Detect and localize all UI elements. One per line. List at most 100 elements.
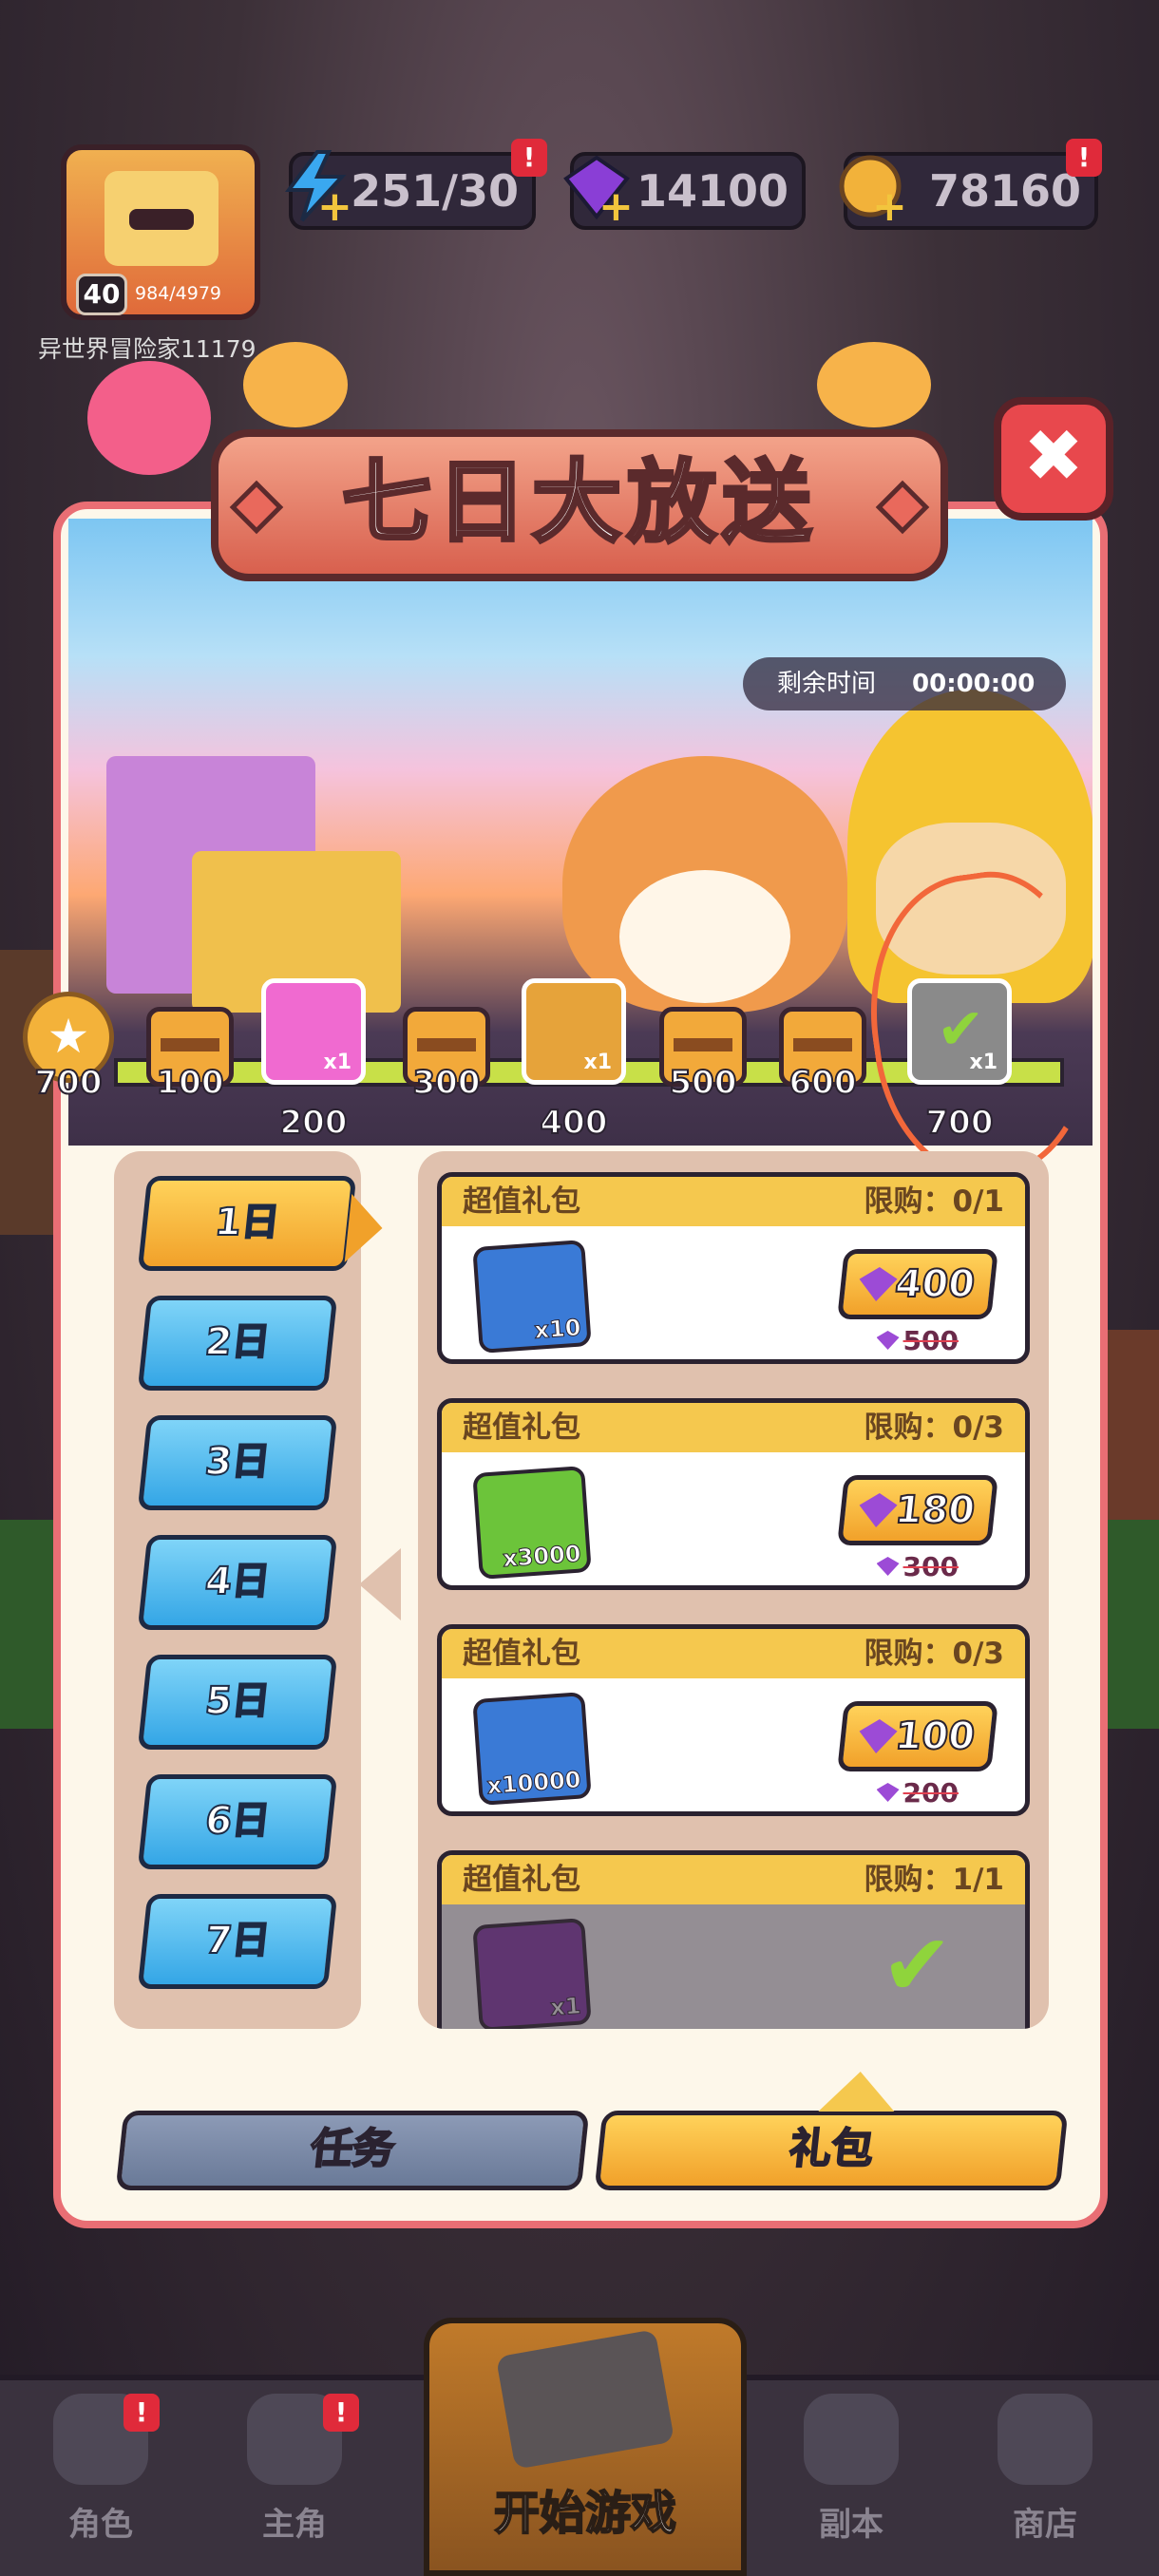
- player-avatar[interactable]: 40 984/4979: [61, 144, 260, 320]
- reward-threshold: 600: [788, 1063, 858, 1103]
- package-header: 超值礼包 限购：0/3: [442, 1629, 1025, 1678]
- original-price: 200: [876, 1777, 959, 1809]
- timer-label: 剩余时间: [777, 670, 877, 698]
- item-quantity: x10000: [485, 1766, 582, 1800]
- event-title-plaque: 七日大放送: [211, 429, 948, 581]
- purchase-limit: 限购：1/1: [864, 1863, 1004, 1897]
- day-tab-5[interactable]: 5日: [137, 1655, 338, 1750]
- day-tab-2[interactable]: 2日: [137, 1296, 338, 1391]
- original-price-value: 300: [902, 1551, 959, 1582]
- background-grass: [1102, 1520, 1159, 1729]
- price-value: 100: [892, 1714, 978, 1759]
- package-card: 超值礼包 限购：0/1 x10 400 500: [437, 1172, 1030, 1364]
- nav-label: 副本: [819, 2506, 884, 2544]
- energy-counter[interactable]: + 251/30: [285, 150, 536, 230]
- gem-icon: [876, 1783, 900, 1802]
- reward-milestone[interactable]: x1 400: [517, 931, 631, 1143]
- timer-value: 00:00:00: [912, 670, 1036, 698]
- day-tab-6[interactable]: 6日: [137, 1774, 338, 1869]
- exp-text: 984/4979: [135, 283, 222, 304]
- tab-gifts[interactable]: 礼包: [594, 2111, 1069, 2190]
- item-quantity: x10: [533, 1314, 582, 1344]
- day-tab-1[interactable]: 1日: [137, 1176, 357, 1271]
- energy-value: 251/30: [351, 165, 519, 217]
- original-price: 500: [876, 1325, 959, 1356]
- reward-multiplier: x1: [323, 1051, 352, 1074]
- day-tab-3[interactable]: 3日: [137, 1415, 338, 1510]
- day-tab-7[interactable]: 7日: [137, 1894, 338, 1989]
- reward-threshold: 300: [412, 1063, 482, 1103]
- gem-counter[interactable]: + 14100: [563, 152, 806, 230]
- reward-threshold: 700: [34, 1063, 104, 1103]
- avatar-face: [104, 171, 218, 266]
- close-icon: ✖: [1023, 413, 1084, 498]
- ticket-item-icon[interactable]: x1: [472, 1918, 592, 2029]
- nav-shop[interactable]: 商店: [969, 2394, 1121, 2545]
- start-game-button[interactable]: 开始游戏: [424, 2318, 747, 2576]
- item-quantity: x3000: [502, 1540, 582, 1573]
- gem-icon: [857, 1493, 899, 1527]
- reward-milestone[interactable]: x1 200: [256, 931, 370, 1143]
- plus-icon[interactable]: +: [598, 186, 635, 228]
- coin-counter[interactable]: + 78160: [839, 152, 1098, 230]
- buy-button[interactable]: 100: [837, 1701, 998, 1771]
- original-price-value: 500: [902, 1325, 959, 1356]
- original-price: 300: [876, 1551, 959, 1582]
- ticket-item-icon[interactable]: x10: [472, 1240, 592, 1354]
- reward-milestone[interactable]: ★ 700: [11, 931, 125, 1103]
- player-name: 异世界冒险家11179: [38, 335, 256, 363]
- hero-alert-badge: !: [323, 2394, 359, 2432]
- horn-decoration: [817, 342, 931, 427]
- item-quantity: x1: [549, 1992, 582, 2021]
- background-grass: [0, 1520, 57, 1729]
- start-label: 开始游戏: [493, 2486, 677, 2541]
- reward-milestone[interactable]: 300: [390, 931, 504, 1103]
- reward-threshold: 400: [540, 1103, 609, 1143]
- gem-icon: [876, 1331, 900, 1350]
- reward-threshold: 100: [156, 1063, 225, 1103]
- reward-threshold: 500: [669, 1063, 738, 1103]
- original-price-value: 200: [902, 1777, 959, 1809]
- day-tab-list: 1日 2日 3日 4日 5日 6日 7日: [114, 1151, 361, 2029]
- package-card-purchased: 超值礼包 限购：1/1 x1 ✔: [437, 1850, 1030, 2029]
- coin-value: 78160: [928, 165, 1081, 217]
- package-list[interactable]: 超值礼包 限购：0/1 x10 400 500 超值礼包 限购：0/3 x300…: [418, 1151, 1049, 2029]
- day-tab-4[interactable]: 4日: [137, 1535, 338, 1630]
- purchase-limit: 限购：0/3: [864, 1411, 1004, 1445]
- package-card: 超值礼包 限购：0/3 x3000 180 300: [437, 1398, 1030, 1590]
- guns-icon: [495, 2329, 675, 2470]
- plus-icon[interactable]: +: [872, 186, 908, 228]
- level-badge: 40: [76, 274, 127, 315]
- mystery-item-icon[interactable]: x3000: [472, 1466, 592, 1580]
- event-title: 七日大放送: [340, 449, 817, 557]
- horn-decoration: [243, 342, 348, 427]
- nav-label: 商店: [1013, 2506, 1077, 2544]
- gem-icon: [876, 1557, 900, 1576]
- close-button[interactable]: ✖: [994, 397, 1113, 521]
- reward-milestone[interactable]: 500: [646, 931, 760, 1103]
- package-title: 超值礼包: [463, 1184, 580, 1219]
- reward-multiplier: x1: [583, 1051, 613, 1074]
- character-icon: x1: [261, 978, 366, 1085]
- coin-alert-badge: !: [1066, 139, 1102, 177]
- tab-tasks[interactable]: 任务: [115, 2111, 590, 2190]
- reward-milestone[interactable]: 100: [133, 931, 247, 1103]
- reward-milestone[interactable]: 600: [766, 931, 880, 1103]
- gem-icon: [857, 1719, 899, 1753]
- cart-icon: [998, 2394, 1092, 2485]
- package-title: 超值礼包: [463, 1637, 580, 1671]
- panel-pointer: [359, 1548, 401, 1620]
- purchase-limit: 限购：0/1: [864, 1184, 1004, 1219]
- plus-icon[interactable]: +: [317, 186, 353, 228]
- energy-alert-badge: !: [511, 139, 547, 177]
- buy-button[interactable]: 400: [837, 1249, 998, 1319]
- nav-label: 角色: [68, 2506, 133, 2544]
- gem-icon: [857, 1267, 899, 1301]
- price-value: 400: [892, 1261, 978, 1307]
- package-header: 超值礼包 限购：0/1: [442, 1177, 1025, 1226]
- package-card: 超值礼包 限购：0/3 x10000 100 200: [437, 1624, 1030, 1816]
- buy-button[interactable]: 180: [837, 1475, 998, 1545]
- nav-dungeon[interactable]: 副本: [775, 2394, 927, 2545]
- coin-item-icon[interactable]: x10000: [472, 1692, 592, 1806]
- character-alert-badge: !: [124, 2394, 160, 2432]
